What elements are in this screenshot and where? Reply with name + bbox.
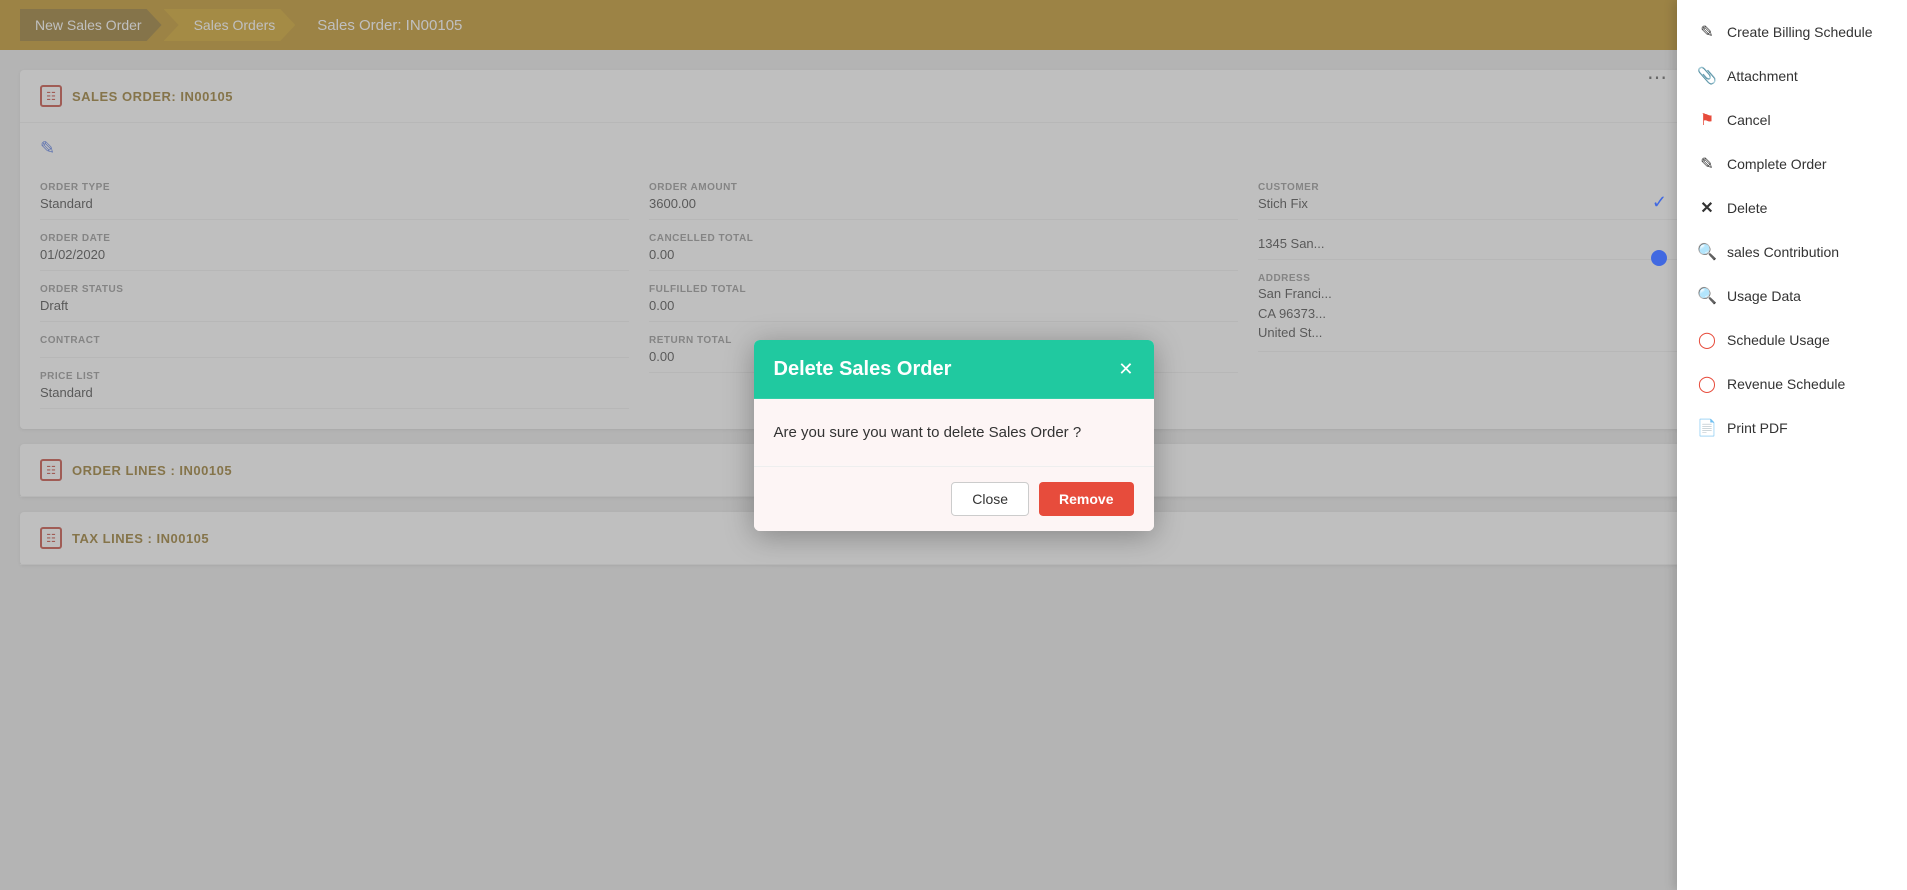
clock-revenue-icon: ◯ bbox=[1697, 374, 1717, 394]
pencil-icon: ✎ bbox=[1697, 22, 1717, 42]
dropdown-complete-order[interactable]: ✎ Complete Order bbox=[1677, 142, 1907, 186]
search-usage-icon: 🔍 bbox=[1697, 286, 1717, 306]
modal-close-action-button[interactable]: Close bbox=[951, 482, 1029, 516]
search-contribution-icon: 🔍 bbox=[1697, 242, 1717, 262]
delete-modal: Delete Sales Order ✕ Are you sure you wa… bbox=[754, 340, 1154, 531]
dropdown-usage-data-label: Usage Data bbox=[1727, 288, 1801, 304]
three-dots-menu[interactable]: ⋯ bbox=[1647, 65, 1667, 90]
dropdown-create-billing-schedule[interactable]: ✎ Create Billing Schedule bbox=[1677, 10, 1907, 54]
dropdown-menu: ✎ Create Billing Schedule 📎 Attachment ⚑… bbox=[1677, 0, 1907, 890]
dropdown-complete-order-label: Complete Order bbox=[1727, 156, 1827, 172]
dropdown-usage-data[interactable]: 🔍 Usage Data bbox=[1677, 274, 1907, 318]
paperclip-icon: 📎 bbox=[1697, 66, 1717, 86]
dropdown-revenue-schedule-label: Revenue Schedule bbox=[1727, 376, 1845, 392]
x-icon: ✕ bbox=[1697, 198, 1717, 218]
check-pencil-icon: ✎ bbox=[1697, 154, 1717, 174]
blue-circle-indicator bbox=[1651, 250, 1667, 266]
dropdown-cancel-label: Cancel bbox=[1727, 112, 1771, 128]
dropdown-delete-label: Delete bbox=[1727, 200, 1767, 216]
clock-schedule-icon: ◯ bbox=[1697, 330, 1717, 350]
dropdown-schedule-usage-label: Schedule Usage bbox=[1727, 332, 1830, 348]
dropdown-sales-contribution-label: sales Contribution bbox=[1727, 244, 1839, 260]
dropdown-delete[interactable]: ✕ Delete bbox=[1677, 186, 1907, 230]
dropdown-attachment-label: Attachment bbox=[1727, 68, 1798, 84]
flag-icon: ⚑ bbox=[1697, 110, 1717, 130]
print-icon: 📄 bbox=[1697, 418, 1717, 438]
modal-title: Delete Sales Order bbox=[774, 358, 952, 381]
dropdown-schedule-usage[interactable]: ◯ Schedule Usage bbox=[1677, 318, 1907, 362]
dropdown-revenue-schedule[interactable]: ◯ Revenue Schedule bbox=[1677, 362, 1907, 406]
dropdown-cancel[interactable]: ⚑ Cancel bbox=[1677, 98, 1907, 142]
dropdown-print-pdf-label: Print PDF bbox=[1727, 420, 1788, 436]
check-mark-icon: ✓ bbox=[1652, 192, 1667, 213]
modal-close-button[interactable]: ✕ bbox=[1118, 359, 1133, 380]
modal-body: Are you sure you want to delete Sales Or… bbox=[754, 399, 1154, 466]
dropdown-print-pdf[interactable]: 📄 Print PDF bbox=[1677, 406, 1907, 450]
modal-message: Are you sure you want to delete Sales Or… bbox=[774, 424, 1134, 441]
dropdown-sales-contribution[interactable]: 🔍 sales Contribution bbox=[1677, 230, 1907, 274]
modal-remove-button[interactable]: Remove bbox=[1039, 482, 1133, 516]
dropdown-create-billing-label: Create Billing Schedule bbox=[1727, 24, 1873, 40]
modal-header: Delete Sales Order ✕ bbox=[754, 340, 1154, 399]
dropdown-attachment[interactable]: 📎 Attachment bbox=[1677, 54, 1907, 98]
modal-footer: Close Remove bbox=[754, 466, 1154, 531]
